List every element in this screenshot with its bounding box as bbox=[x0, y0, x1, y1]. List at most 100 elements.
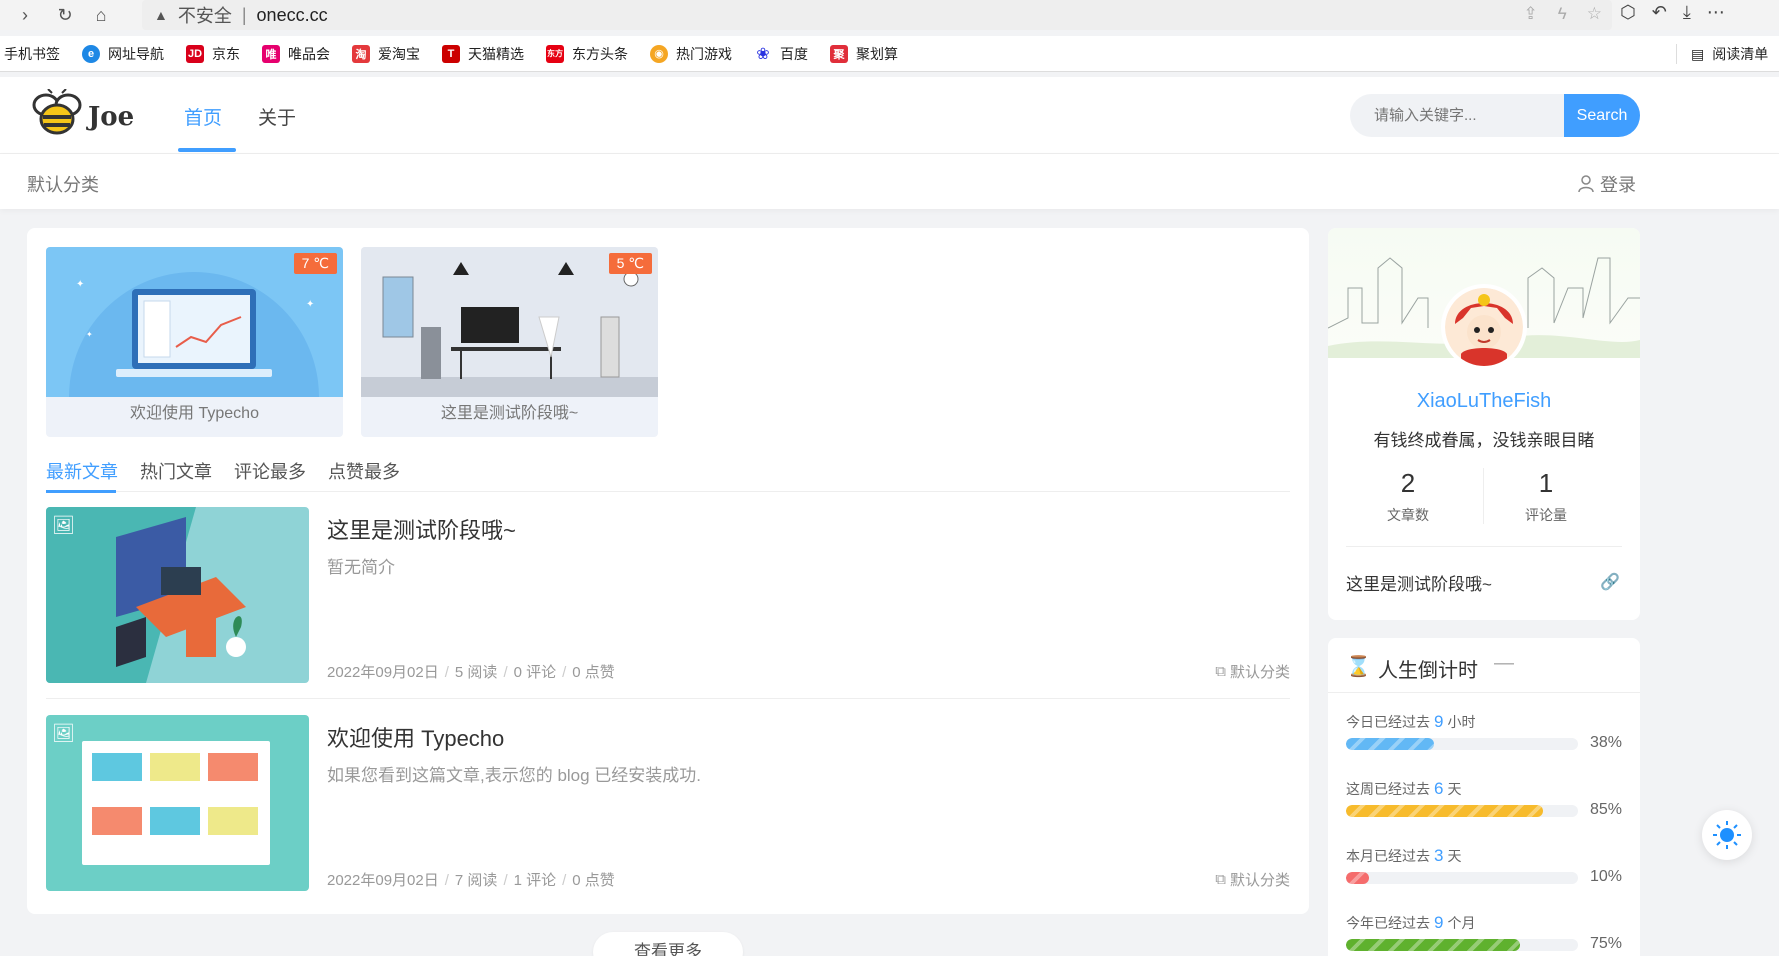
countdown-item: 今年已经过去 9 个月 75% bbox=[1346, 913, 1622, 952]
share-icon[interactable]: ⇪ bbox=[1524, 4, 1538, 24]
baidu-icon: ❀ bbox=[756, 45, 770, 63]
nav-about[interactable]: 关于 bbox=[258, 103, 296, 130]
avatar[interactable] bbox=[1441, 284, 1527, 370]
tmall-icon: T bbox=[442, 44, 460, 63]
lightning-icon[interactable]: ϟ bbox=[1558, 4, 1567, 24]
stat-divider bbox=[1483, 468, 1484, 524]
search-input[interactable] bbox=[1350, 94, 1562, 137]
tab-most-likes[interactable]: 点赞最多 bbox=[328, 458, 400, 484]
sun-icon bbox=[1713, 821, 1741, 849]
countdown-header: ⌛ 人生倒计时 — bbox=[1328, 638, 1640, 693]
countdown-item: 今日已经过去 9 小时 38% bbox=[1346, 712, 1622, 751]
search-box: Search bbox=[1350, 94, 1640, 137]
warning-icon: ▲ bbox=[154, 7, 168, 23]
progress-fill bbox=[1346, 872, 1370, 884]
post-meta: 2022年09月02日/7 阅读/1 评论/0 点赞 bbox=[327, 872, 615, 889]
svg-text:✦: ✦ bbox=[86, 330, 93, 339]
countdown-label: 今日已经过去 9 小时 bbox=[1346, 712, 1476, 731]
search-button[interactable]: Search bbox=[1564, 94, 1640, 137]
post-likes: 0 点赞 bbox=[572, 664, 615, 681]
bookmark-tmall[interactable]: T 天猫精选 bbox=[442, 44, 524, 64]
address-separator: | bbox=[241, 4, 247, 25]
post-title[interactable]: 欢迎使用 Typecho bbox=[327, 721, 504, 753]
bookmark-label: 手机书签 bbox=[4, 45, 60, 62]
post-views: 5 阅读 bbox=[454, 664, 498, 681]
insecure-label: 不安全 bbox=[177, 6, 232, 26]
post-divider bbox=[46, 698, 1290, 699]
undo-icon[interactable]: ↶ bbox=[1652, 2, 1667, 23]
temperature-badge: 7 ℃ bbox=[293, 253, 337, 274]
bookmark-dftt[interactable]: 东方 东方头条 bbox=[546, 44, 628, 64]
nav-icon: e bbox=[82, 44, 100, 63]
login-button[interactable]: 登录 bbox=[1578, 171, 1636, 197]
svg-text:✦: ✦ bbox=[76, 279, 84, 290]
tab-popular[interactable]: 热门文章 bbox=[140, 458, 212, 484]
browser-toolbar: › ↻ ⌂ ▲ 不安全 | onecc.cc ⇪ ϟ ☆ ⬡ ↶ ⤓ ⋯ bbox=[0, 0, 1779, 30]
link-icon[interactable]: 🔗 bbox=[1600, 572, 1620, 592]
bookmark-label: 唯品会 bbox=[288, 45, 330, 62]
bee-logo-icon bbox=[32, 89, 82, 135]
url-text[interactable]: onecc.cc bbox=[257, 5, 328, 26]
dftt-icon: 东方 bbox=[546, 44, 564, 63]
profile-divider bbox=[1346, 546, 1622, 547]
home-icon[interactable]: ⌂ bbox=[88, 2, 114, 28]
extension-icon[interactable]: ⬡ bbox=[1620, 2, 1636, 23]
recent-post-link[interactable]: 这里是测试阶段哦~ bbox=[1346, 570, 1492, 595]
countdown-label: 今年已经过去 9 个月 bbox=[1346, 913, 1476, 932]
address-bar[interactable]: ▲ 不安全 | onecc.cc ⇪ ϟ ☆ bbox=[142, 0, 1612, 30]
post-item[interactable]: 🖼 欢迎使用 Typecho 如果您看到这篇文章,表示您的 blog 已经安装成… bbox=[46, 715, 1290, 891]
reading-list-button[interactable]: ▤ 阅读清单 bbox=[1676, 44, 1768, 64]
banner-card[interactable]: ✦ ✦ ✦ 7 ℃ 欢迎使用 Typecho bbox=[46, 247, 343, 437]
tab-most-comments[interactable]: 评论最多 bbox=[234, 458, 306, 484]
tab-latest[interactable]: 最新文章 bbox=[46, 458, 118, 484]
bookmark-game[interactable]: ◉ 热门游戏 bbox=[650, 44, 732, 64]
svg-text:✦: ✦ bbox=[306, 299, 314, 310]
bookmark-jd[interactable]: JD 京东 bbox=[186, 44, 240, 64]
post-thumbnail[interactable]: 🖼 bbox=[46, 507, 309, 683]
post-description: 暂无简介 bbox=[327, 558, 395, 577]
hourglass-icon: ⌛ bbox=[1346, 656, 1371, 678]
profile-username[interactable]: XiaoLuTheFish bbox=[1328, 390, 1640, 413]
site-logo[interactable]: Joe bbox=[30, 89, 134, 139]
bookmark-mobile[interactable]: 手机书签 bbox=[4, 44, 60, 64]
life-countdown-card: ⌛ 人生倒计时 — 今日已经过去 9 小时 38% 这周已经过去 6 天 85% 本月已… bbox=[1328, 638, 1640, 956]
bookmark-label: 天猫精选 bbox=[468, 45, 524, 62]
collapse-dash: — bbox=[1494, 652, 1514, 674]
post-thumbnail[interactable]: 🖼 bbox=[46, 715, 309, 891]
post-category[interactable]: ⧉ 默认分类 bbox=[1215, 661, 1290, 682]
site-header: Joe 首页 关于 Search bbox=[0, 77, 1779, 154]
download-icon[interactable]: ⤓ bbox=[1683, 2, 1691, 23]
bookmark-baidu[interactable]: ❀ 百度 bbox=[754, 44, 808, 64]
tab-active-indicator bbox=[46, 490, 116, 493]
reload-icon[interactable]: ↻ bbox=[52, 2, 78, 28]
bookmark-taobao[interactable]: 淘 爱淘宝 bbox=[352, 44, 420, 64]
star-icon[interactable]: ☆ bbox=[1587, 4, 1602, 24]
progress-percent: 38% bbox=[1589, 734, 1622, 751]
bookmark-vip[interactable]: 唯 唯品会 bbox=[262, 44, 330, 64]
progress-percent: 85% bbox=[1589, 801, 1622, 818]
bookmark-nav[interactable]: e 网址导航 bbox=[82, 44, 164, 64]
brand-name: Joe bbox=[88, 102, 135, 132]
bookmark-label: 东方头条 bbox=[572, 45, 628, 62]
banner-card[interactable]: 5 ℃ 这里是测试阶段哦~ bbox=[361, 247, 658, 437]
post-category-label: 默认分类 bbox=[1229, 664, 1290, 681]
post-title[interactable]: 这里是测试阶段哦~ bbox=[327, 513, 516, 545]
post-date: 2022年09月02日 bbox=[327, 872, 439, 889]
bookmark-juhuasuan[interactable]: 聚 聚划算 bbox=[830, 44, 898, 64]
theme-toggle-button[interactable] bbox=[1702, 810, 1752, 860]
post-item[interactable]: 🖼 这里是测试阶段哦~ 暂无简介 2022年09月02日/5 阅读/0 评论/0… bbox=[46, 507, 1290, 683]
dashboard-illustration bbox=[46, 715, 309, 891]
countdown-title: 人生倒计时 bbox=[1378, 660, 1478, 682]
load-more-button[interactable]: 查看更多 bbox=[593, 932, 743, 956]
layers-icon: ⧉ bbox=[1215, 663, 1226, 680]
progress-percent: 75% bbox=[1589, 935, 1622, 952]
post-category[interactable]: ⧉ 默认分类 bbox=[1215, 869, 1290, 890]
more-icon[interactable]: ⋯ bbox=[1707, 2, 1725, 23]
progress-fill bbox=[1346, 939, 1520, 951]
post-comments: 0 评论 bbox=[513, 664, 557, 681]
category-link[interactable]: 默认分类 bbox=[27, 171, 99, 197]
progress-percent: 10% bbox=[1589, 868, 1622, 885]
forward-icon[interactable]: › bbox=[12, 2, 38, 28]
nav-home[interactable]: 首页 bbox=[184, 103, 222, 130]
countdown-item: 本月已经过去 3 天 10% bbox=[1346, 846, 1622, 885]
